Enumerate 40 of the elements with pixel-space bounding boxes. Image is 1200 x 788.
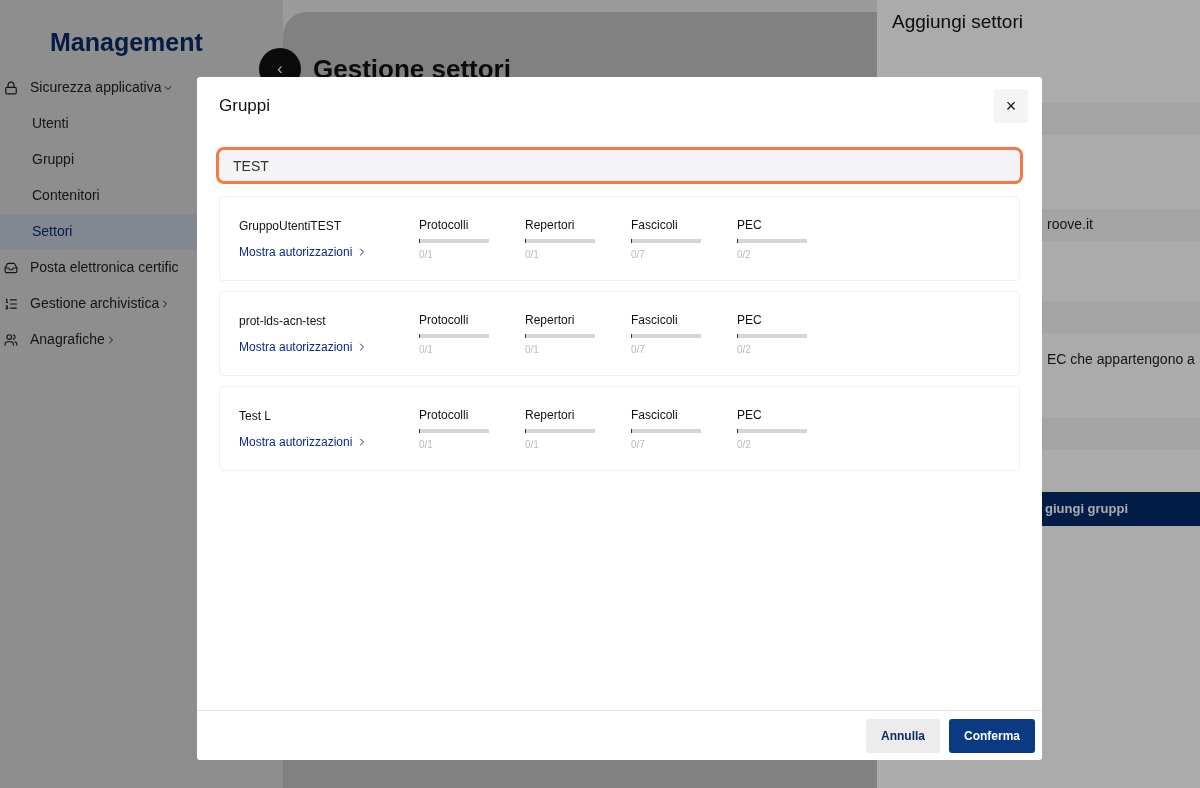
people-icon [4,332,18,347]
cancel-button[interactable]: Annulla [866,718,940,753]
stat-count: 0/1 [525,437,540,452]
stat-count: 0/2 [737,342,752,357]
stat-count: 0/2 [737,247,752,262]
stat-count: 0/7 [631,342,646,357]
dialog-title: Gruppi [219,95,271,118]
stat-count: 0/1 [525,247,540,262]
stat-label: Protocolli [419,311,470,329]
show-permissions-link[interactable]: Mostra autorizzazioni [239,432,419,451]
description-text: EC che appartengono a [1047,350,1195,369]
stat-label: Fascicoli [631,406,679,424]
panel-title: Aggiungi settori [891,10,1024,34]
show-permissions-link[interactable]: Mostra autorizzazioni [239,337,419,356]
lock-icon [4,80,18,95]
stat-label: Repertori [525,406,576,424]
stat-count: 0/1 [419,437,434,452]
confirm-button[interactable]: Conferma [949,718,1035,753]
stat-label: Fascicoli [631,216,679,234]
close-button[interactable]: × [994,89,1028,123]
stat-count: 0/1 [419,247,434,262]
stat-label: Fascicoli [631,311,679,329]
group-name: Test L [239,407,272,425]
search-field[interactable]: TEST [216,147,1023,184]
stat-label: Protocolli [419,216,470,234]
inbox-icon [4,260,18,275]
stat-label: Protocolli [419,406,470,424]
group-name: prot-lds-acn-test [239,312,327,330]
stat-count: 0/7 [631,247,646,262]
stat-label: Repertori [525,216,576,234]
stat-count: 0/7 [631,437,646,452]
stat-label: Repertori [525,311,576,329]
sidebar-title: Management [50,27,204,58]
stat-label: PEC [737,311,763,329]
stat-count: 0/2 [737,437,752,452]
list-icon [4,296,18,311]
stat-label: PEC [737,406,763,424]
stat-count: 0/1 [419,342,434,357]
stat-count: 0/1 [525,342,540,357]
stat-label: PEC [737,216,763,234]
